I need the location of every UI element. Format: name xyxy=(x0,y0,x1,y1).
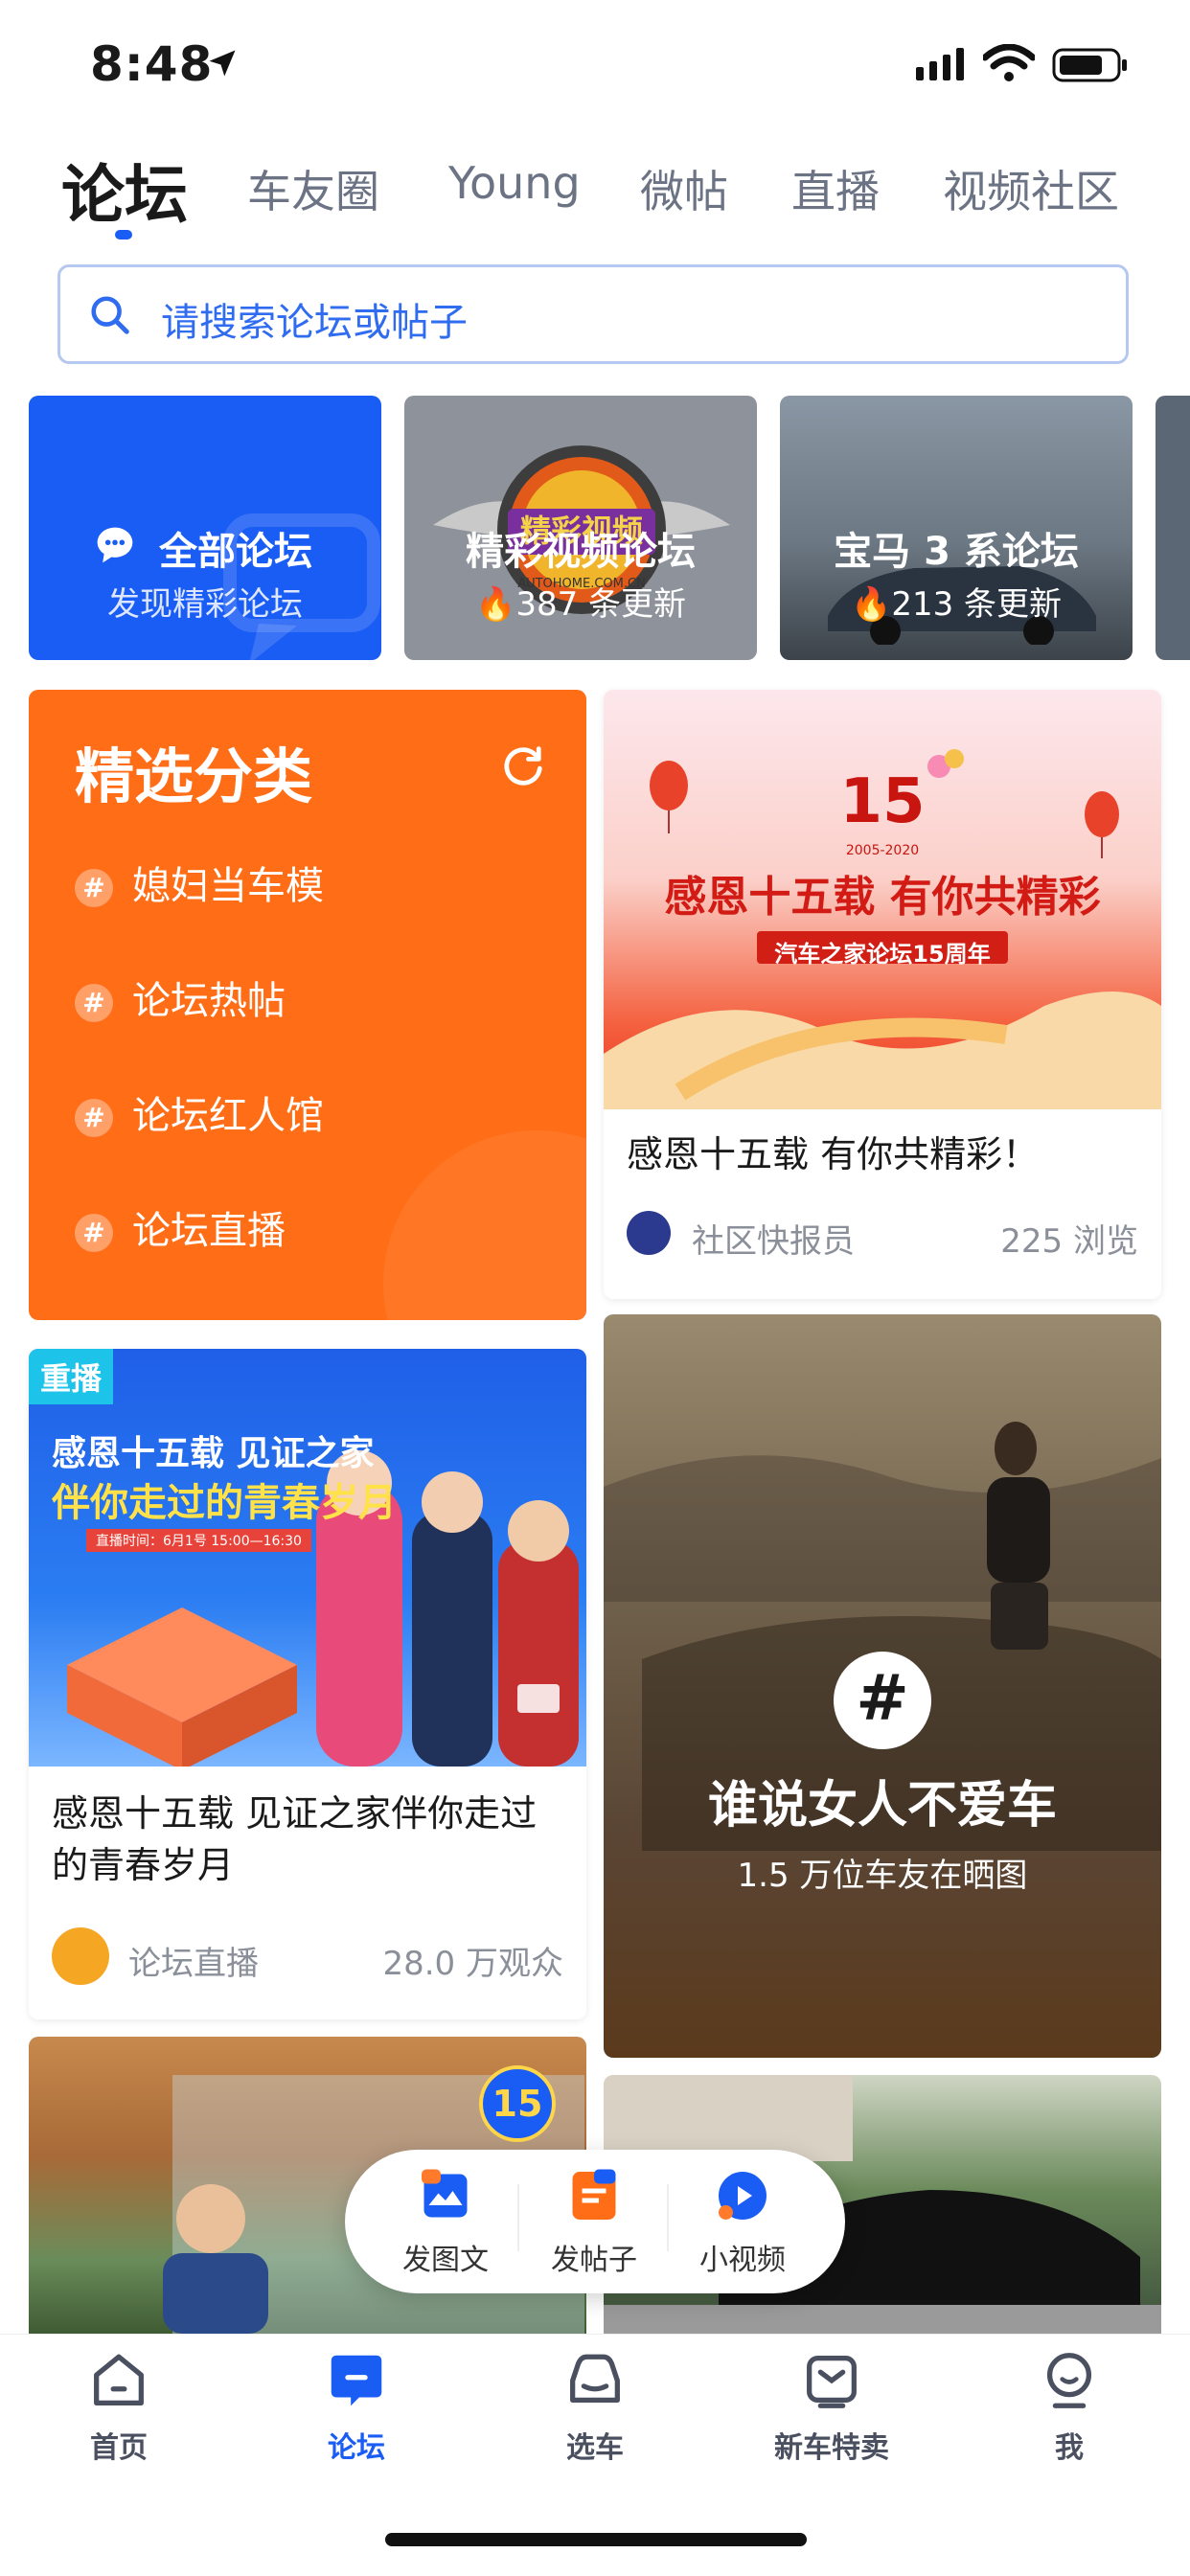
all-forums-card[interactable]: 全部论坛 发现精彩论坛 xyxy=(29,396,381,660)
post-banner-anniversary: 15 2005-2020 感恩十五载 有你共精彩 汽车之家论坛15周年 xyxy=(604,690,1161,1109)
nav-new-car-sale[interactable]: 新车特卖 xyxy=(745,2347,918,2466)
new-post-button[interactable]: 发帖子 xyxy=(522,2167,666,2278)
tab-video-community[interactable]: 视频社区 xyxy=(943,157,1119,220)
action-label: 发图文 xyxy=(402,2244,489,2277)
hash-badge: # xyxy=(834,1652,931,1749)
nav-label: 我 xyxy=(1055,2431,1084,2465)
author-avatar xyxy=(52,1927,109,1985)
home-indicator xyxy=(385,2533,807,2546)
topic-subtitle: 1.5 万位车友在晒图 xyxy=(737,1857,1028,1895)
banner-ribbon: 汽车之家论坛15周年 xyxy=(774,941,991,968)
category-item-label: 论坛热帖 xyxy=(132,979,286,1023)
post-image-text-button[interactable]: 发图文 xyxy=(374,2167,517,2278)
all-forums-subtitle: 发现精彩论坛 xyxy=(107,585,303,624)
image-text-icon xyxy=(422,2169,468,2218)
video-forum-update-row: 🔥387 条更新 xyxy=(404,578,757,625)
nav-home[interactable]: 首页 xyxy=(33,2347,205,2466)
category-title: 精选分类 xyxy=(75,741,313,811)
post-banner-live: 重播 感恩十五载 见证之家 伴你走过的青春岁月 直播时间：6月1号 15:00—… xyxy=(29,1349,586,1767)
tab-young[interactable]: Young xyxy=(448,157,581,209)
video-forum-update-count: 387 条更新 xyxy=(515,585,687,624)
sale-icon xyxy=(807,2356,857,2408)
forum-icon xyxy=(331,2355,382,2406)
category-item-hot-posts[interactable]: # 论坛热帖 xyxy=(75,979,286,1023)
car-icon xyxy=(570,2354,620,2404)
category-item-label: 媳妇当车模 xyxy=(132,864,324,908)
action-label: 小视频 xyxy=(699,2244,786,2277)
replay-badge: 重播 xyxy=(29,1349,114,1404)
search-placeholder: 请搜索论坛或帖子 xyxy=(161,301,468,345)
nav-label: 论坛 xyxy=(328,2431,385,2465)
cellular-signal-icon xyxy=(916,48,964,80)
post-title: 感恩十五载 有你共精彩！ xyxy=(627,1133,1040,1175)
banner-year: 15 xyxy=(839,766,926,837)
nav-forum[interactable]: 论坛 xyxy=(270,2347,443,2466)
post-card-live-replay[interactable]: 重播 感恩十五载 见证之家 伴你走过的青春岁月 直播时间：6月1号 15:00—… xyxy=(29,1349,586,2019)
bmw3-forum-title: 宝马 3 系论坛 xyxy=(834,530,1079,574)
author-avatar xyxy=(627,1211,671,1255)
nav-label: 新车特卖 xyxy=(774,2431,889,2465)
battery-icon xyxy=(1052,48,1127,82)
divider xyxy=(517,2184,519,2251)
location-arrow-icon xyxy=(209,50,236,77)
all-forums-title: 全部论坛 xyxy=(159,530,312,574)
tab-forum[interactable]: 论坛 xyxy=(61,144,188,236)
post-card-anniversary[interactable]: 15 2005-2020 感恩十五载 有你共精彩 汽车之家论坛15周年 感恩十五… xyxy=(604,690,1161,1299)
short-video-button[interactable]: 小视频 xyxy=(671,2167,814,2278)
bmw3-forum-card[interactable]: 宝马 3 系论坛 🔥213 条更新 xyxy=(780,396,1133,660)
nav-label: 选车 xyxy=(566,2431,624,2465)
category-item-live[interactable]: # 论坛直播 xyxy=(75,1209,286,1253)
bmw3-update-count: 213 条更新 xyxy=(891,585,1063,624)
post-author[interactable]: 论坛直播 xyxy=(128,1937,259,1984)
post-icon xyxy=(572,2169,616,2220)
post-card-women-cars[interactable]: # 谁说女人不爱车 1.5 万位车友在晒图 xyxy=(604,1314,1161,2058)
hash-icon: # xyxy=(75,1099,113,1137)
topic-title: 谁说女人不爱车 xyxy=(707,1777,1057,1835)
tab-live[interactable]: 直播 xyxy=(791,157,880,220)
divider xyxy=(667,2184,669,2251)
post-viewers: 28.0 万观众 xyxy=(382,1945,563,1983)
active-tab-indicator xyxy=(115,230,132,239)
video-forum-title: 精彩视频论坛 xyxy=(466,530,696,574)
hash-icon: # xyxy=(75,1214,113,1252)
hash-icon: # xyxy=(75,869,113,907)
anniversary-badge: 15 xyxy=(479,2065,556,2142)
hash-icon: # xyxy=(856,1661,909,1735)
banner-headline: 感恩十五载 有你共精彩 xyxy=(664,873,1101,922)
decor-shape xyxy=(383,1130,586,1320)
banner-line1: 感恩十五载 见证之家 xyxy=(52,1434,375,1473)
post-views: 225 浏览 xyxy=(1000,1222,1138,1261)
category-item-label: 论坛直播 xyxy=(132,1209,286,1253)
nav-choose-car[interactable]: 选车 xyxy=(509,2347,681,2466)
nav-profile[interactable]: 我 xyxy=(983,2347,1156,2466)
search-icon xyxy=(91,296,129,334)
banner-time: 直播时间：6月1号 15:00—16:30 xyxy=(86,1529,311,1552)
profile-icon xyxy=(1046,2353,1092,2408)
post-author[interactable]: 社区快报员 xyxy=(692,1215,855,1262)
banner-years: 2005-2020 xyxy=(845,843,920,858)
category-item-influencers[interactable]: # 论坛红人馆 xyxy=(75,1094,324,1138)
live-banner-illustration xyxy=(67,1450,579,1767)
home-icon xyxy=(94,2354,144,2405)
fire-icon: 🔥 xyxy=(850,585,892,624)
post-title: 感恩十五载 见证之家伴你走过的青春岁月 xyxy=(52,1792,538,1886)
next-forum-card-peek[interactable] xyxy=(1156,396,1190,660)
category-item-label: 论坛红人馆 xyxy=(132,1094,324,1138)
action-label: 发帖子 xyxy=(551,2244,637,2277)
tab-car-friends[interactable]: 车友圈 xyxy=(247,157,379,220)
refresh-icon[interactable] xyxy=(498,741,548,791)
video-forum-card[interactable]: 精彩视频 AUTOHOME.COM.CN 精彩视频论坛 🔥387 条更新 xyxy=(404,396,757,660)
banner-line2: 伴你走过的青春岁月 xyxy=(52,1481,397,1525)
nav-label: 首页 xyxy=(90,2431,148,2465)
wifi-icon xyxy=(983,44,1035,81)
status-time: 8:48 xyxy=(90,36,214,92)
fire-icon: 🔥 xyxy=(474,585,516,624)
category-item-model-wife[interactable]: # 媳妇当车模 xyxy=(75,864,324,908)
tab-micro-post[interactable]: 微帖 xyxy=(640,157,728,220)
hash-icon: # xyxy=(75,984,113,1022)
video-icon xyxy=(719,2172,767,2220)
bmw3-update-row: 🔥213 条更新 xyxy=(780,578,1133,625)
